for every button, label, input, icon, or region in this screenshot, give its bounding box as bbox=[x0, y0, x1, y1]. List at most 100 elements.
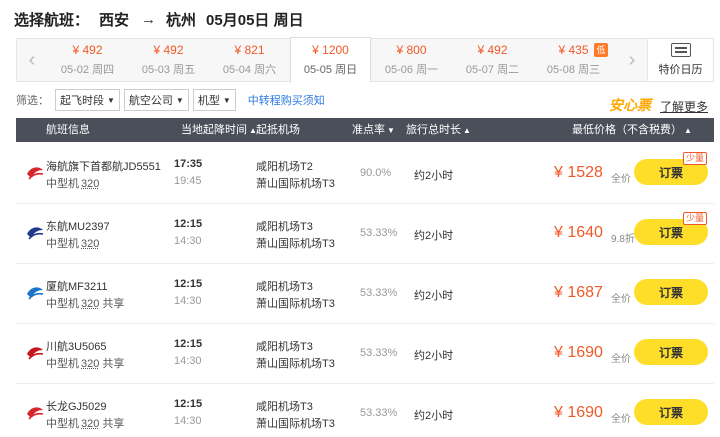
arrival-time: 14:30 bbox=[174, 295, 202, 307]
aircraft-size: 中型机 bbox=[46, 298, 79, 310]
total-duration: 约2小时 bbox=[414, 170, 454, 182]
filter-bar: 筛选： 起飞时段 ▼ 航空公司 ▼ 机型 ▼ 中转程购买须知 bbox=[16, 89, 325, 111]
aircraft-size: 中型机 bbox=[46, 178, 79, 190]
airline-logo-icon bbox=[27, 167, 44, 180]
discount-note: 全价 bbox=[611, 414, 631, 425]
date-label: 05-04 周六 bbox=[222, 64, 277, 76]
date-label: 05-02 周四 bbox=[60, 64, 115, 76]
filter-aircraft[interactable]: 机型 ▼ bbox=[192, 89, 236, 111]
flight-row: 川航3U5065 中型机 320 共享 12:15 14:30 咸阳机场T3 萧山国际机场T… bbox=[16, 324, 714, 384]
travel-date: 05月05日 周日 bbox=[206, 11, 304, 29]
calendar-label: 特价日历 bbox=[658, 64, 703, 76]
date-option[interactable]: ¥ 1200 05-05 周日 bbox=[290, 37, 371, 83]
filter-aircraft-label: 机型 bbox=[197, 95, 220, 107]
ontime-rate: 90.0% bbox=[360, 167, 392, 179]
chevron-left-icon[interactable]: ‹ bbox=[17, 39, 47, 81]
flight-row: 海航旗下首都航JD5551 中型机 320 17:35 19:45 咸阳机场T2 萧山国际… bbox=[16, 144, 714, 204]
date-selector: ‹ ¥ 492 05-02 周四 ¥ 492 05-03 周五 ¥ 821 05-04 周… bbox=[16, 37, 714, 83]
date-option[interactable]: ¥ 800 05-06 周一 bbox=[371, 39, 452, 81]
date-label: 05-06 周一 bbox=[384, 64, 439, 76]
aircraft-size: 中型机 bbox=[46, 418, 79, 430]
chevron-right-icon[interactable]: › bbox=[617, 39, 647, 81]
aircraft-info: 中型机 320 bbox=[46, 235, 99, 251]
aircraft-info: 中型机 320 共享 bbox=[46, 415, 124, 431]
ontime-rate: 53.33% bbox=[360, 227, 398, 239]
destination-city: 杭州 bbox=[166, 11, 197, 29]
codeshare-label: 共享 bbox=[102, 298, 125, 310]
aircraft-size: 中型机 bbox=[46, 358, 79, 370]
date-label: 05-05 周日 bbox=[303, 64, 358, 76]
route-arrow-icon: → bbox=[141, 10, 157, 28]
calendar-icon bbox=[670, 43, 691, 57]
date-option[interactable]: ¥ 492 05-03 周五 bbox=[128, 39, 209, 81]
filter-departure-time[interactable]: 起飞时段 ▼ bbox=[55, 89, 120, 111]
arrival-time: 14:30 bbox=[174, 415, 202, 427]
aircraft-type[interactable]: 320 bbox=[81, 238, 99, 250]
discount-note: 9.8折 bbox=[611, 234, 635, 245]
table-header: 航班信息 当地起降时间 ▲ 起抵机场 准点率 ▼ 旅行总时长 ▲ 最低价格（不含税费）… bbox=[16, 118, 714, 142]
book-button[interactable]: 订票 bbox=[634, 399, 708, 425]
lowest-price: ¥ 1687 bbox=[554, 284, 603, 301]
departure-airport: 咸阳机场T3 bbox=[256, 401, 313, 413]
arrival-time: 14:30 bbox=[174, 355, 202, 367]
date-label: 05-07 周二 bbox=[465, 64, 520, 76]
discount-note: 全价 bbox=[611, 294, 631, 305]
col-airport: 起抵机场 bbox=[256, 124, 300, 136]
sort-up-icon: ▲ bbox=[463, 126, 471, 135]
transfer-notice-link[interactable]: 中转程购买须知 bbox=[248, 92, 325, 108]
learn-more-link[interactable]: 了解更多 bbox=[660, 98, 708, 115]
departure-time: 12:15 bbox=[174, 278, 203, 290]
flight-row: 长龙GJ5029 中型机 320 共享 12:15 14:30 咸阳机场T3 萧山国际机场T… bbox=[16, 384, 714, 437]
flight-row: 厦航MF3211 中型机 320 共享 12:15 14:30 咸阳机场T3 萧山国际机场T… bbox=[16, 264, 714, 324]
arrival-airport: 萧山国际机场T3 bbox=[256, 178, 335, 190]
col-time[interactable]: 当地起降时间 ▲ bbox=[181, 118, 257, 142]
aircraft-type[interactable]: 320 bbox=[81, 358, 99, 370]
col-duration[interactable]: 旅行总时长 ▲ bbox=[406, 118, 471, 142]
special-price-calendar-button[interactable]: 特价日历 bbox=[647, 39, 713, 81]
date-list: ¥ 492 05-02 周四 ¥ 492 05-03 周五 ¥ 821 05-04 周六 ¥… bbox=[47, 37, 617, 83]
departure-time: 12:15 bbox=[174, 218, 203, 230]
origin-city: 西安 bbox=[99, 11, 130, 29]
filter-airline[interactable]: 航空公司 ▼ bbox=[123, 89, 189, 111]
arrival-airport: 萧山国际机场T3 bbox=[256, 298, 335, 310]
total-duration: 约2小时 bbox=[414, 290, 454, 302]
departure-airport: 咸阳机场T2 bbox=[256, 161, 313, 173]
ontime-rate: 53.33% bbox=[360, 347, 398, 359]
aircraft-type[interactable]: 320 bbox=[81, 178, 99, 190]
departure-time: 12:15 bbox=[174, 338, 203, 350]
date-label: 05-08 周三 bbox=[546, 64, 601, 76]
departure-airport: 咸阳机场T3 bbox=[256, 221, 313, 233]
aircraft-type[interactable]: 320 bbox=[81, 298, 99, 310]
date-option[interactable]: ¥ 492 05-07 周二 bbox=[452, 39, 533, 81]
caret-down-icon: ▼ bbox=[222, 95, 231, 105]
book-button[interactable]: 订票 bbox=[634, 339, 708, 365]
airline-logo-icon bbox=[27, 227, 44, 240]
book-button[interactable]: 订票 bbox=[634, 279, 708, 305]
date-option[interactable]: ¥ 492 05-02 周四 bbox=[47, 39, 128, 81]
aircraft-type[interactable]: 320 bbox=[81, 418, 99, 430]
airline-flight-number[interactable]: 厦航MF3211 bbox=[46, 278, 108, 294]
date-price: ¥ 1200 bbox=[312, 43, 349, 57]
airline-flight-number[interactable]: 东航MU2397 bbox=[46, 218, 110, 234]
airline-flight-number[interactable]: 川航3U5065 bbox=[46, 338, 107, 354]
col-price[interactable]: 最低价格（不含税费） ▲ bbox=[572, 118, 692, 142]
airline-logo-icon bbox=[27, 347, 44, 360]
arrival-airport: 萧山国际机场T3 bbox=[256, 238, 335, 250]
caret-down-icon: ▼ bbox=[175, 95, 184, 105]
date-option[interactable]: ¥ 435 05-08 周三 低 bbox=[533, 39, 614, 81]
date-price: ¥ 492 bbox=[72, 43, 103, 57]
date-label: 05-03 周五 bbox=[141, 64, 196, 76]
ontime-rate: 53.33% bbox=[360, 407, 398, 419]
airline-flight-number[interactable]: 长龙GJ5029 bbox=[46, 398, 107, 414]
date-price: ¥ 821 bbox=[234, 43, 265, 57]
departure-airport: 咸阳机场T3 bbox=[256, 341, 313, 353]
col-ontime[interactable]: 准点率 ▼ bbox=[352, 118, 395, 142]
airline-logo-icon bbox=[27, 287, 44, 300]
departure-time: 17:35 bbox=[174, 158, 203, 170]
airline-logo-icon bbox=[27, 407, 44, 420]
airline-flight-number[interactable]: 海航旗下首都航JD5551 bbox=[46, 158, 161, 174]
date-option[interactable]: ¥ 821 05-04 周六 bbox=[209, 39, 290, 81]
title-prefix: 选择航班： bbox=[14, 11, 90, 29]
col-flight-info: 航班信息 bbox=[46, 124, 90, 136]
lowest-price: ¥ 1528 bbox=[554, 164, 603, 181]
